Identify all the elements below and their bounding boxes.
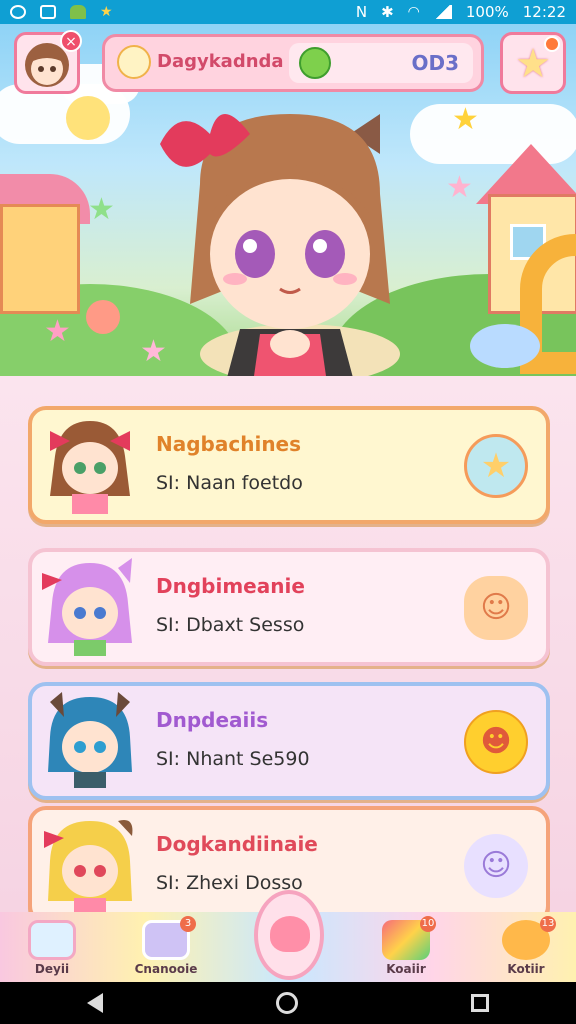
- star-decoration-icon: ★: [446, 170, 473, 205]
- character-avatar: [50, 421, 130, 514]
- frog-currency-icon: [299, 47, 331, 79]
- star-bubble-icon[interactable]: ★: [464, 434, 528, 498]
- camera-icon: [10, 5, 26, 19]
- back-icon[interactable]: [86, 993, 103, 1013]
- character-name: Dngbimeanie: [156, 574, 305, 598]
- nav-label: Koaiir: [386, 962, 426, 976]
- nav-label: Cnanooie: [134, 962, 198, 976]
- character-name: Dogkandiinaie: [156, 832, 318, 856]
- currency-panel[interactable]: OD3: [289, 43, 473, 83]
- character-stat: SI: Dbaxt Sesso: [156, 614, 305, 636]
- nav-badge: 10: [420, 916, 436, 932]
- player-mini-avatar: [117, 45, 151, 79]
- clock: 12:22: [522, 3, 566, 21]
- character-name: Nagbachines: [156, 432, 302, 456]
- nav-item-cnanooie[interactable]: 3 Cnanooie: [134, 916, 198, 978]
- notification-dot: [544, 36, 560, 52]
- nav-badge: 3: [180, 916, 196, 932]
- nav-label: Kotiir: [507, 962, 545, 976]
- star-decoration-icon: ★: [452, 102, 479, 137]
- bluetooth-icon: ✱: [381, 3, 394, 21]
- nfc-icon: N: [355, 3, 368, 21]
- character-stat: SI: Naan foetdo: [156, 472, 303, 494]
- nav-label: Deyii: [34, 962, 70, 976]
- house-left: [0, 204, 80, 314]
- close-badge-icon[interactable]: ×: [60, 30, 82, 52]
- character-stat: SI: Nhant Se590: [156, 748, 310, 770]
- image-icon: [40, 5, 56, 19]
- character-card[interactable]: Nagbachines SI: Naan foetdo ★: [28, 406, 550, 524]
- center-heart-button[interactable]: [254, 890, 324, 980]
- nav-item-kotiir[interactable]: 13 Kotiir: [494, 916, 558, 978]
- character-avatar: [42, 558, 132, 656]
- character-list: Nagbachines SI: Naan foetdo ★ Dngbimeani…: [0, 376, 576, 924]
- status-bar: ★ N ✱ ◠ 100% 12:22: [0, 0, 576, 24]
- star-decoration-icon: ★: [44, 314, 71, 349]
- character-avatar: [48, 692, 132, 788]
- star-notification-icon: ★: [100, 4, 113, 20]
- wifi-icon: ◠: [407, 4, 420, 20]
- character-card[interactable]: Dngbimeanie SI: Dbaxt Sesso ☺: [28, 548, 550, 666]
- smile-blob-icon[interactable]: ☺: [464, 576, 528, 640]
- character-card[interactable]: Dnpdeaiis SI: Nhant Se590 ☻: [28, 682, 550, 800]
- nav-badge: 13: [540, 916, 556, 932]
- home-icon[interactable]: [275, 992, 298, 1014]
- cloud-pet-icon: [28, 920, 76, 960]
- lightbulb-balloon: [66, 96, 110, 140]
- player-info-bar: Dagykadnda OD3: [102, 34, 484, 92]
- recent-apps-icon[interactable]: [471, 994, 490, 1012]
- nav-item-koaiir[interactable]: 10 Koaiir: [374, 916, 438, 978]
- heart-decoration-icon: [86, 300, 120, 334]
- battery-level: 100%: [465, 3, 509, 21]
- nav-item-deyii[interactable]: Deyii: [20, 918, 84, 978]
- character-avatar: [44, 820, 133, 914]
- android-navigation-bar: [0, 982, 576, 1024]
- cloud-puff: [470, 324, 540, 368]
- character-name: Dnpdeaiis: [156, 708, 269, 732]
- currency-value: OD3: [411, 51, 459, 75]
- ghost-bunny-icon[interactable]: ☺: [464, 834, 528, 898]
- heart-icon: [270, 916, 310, 952]
- star-decoration-icon: ★: [88, 192, 115, 227]
- game-app-icon: [70, 5, 86, 19]
- main-character-chibi: [160, 114, 390, 376]
- bear-face-icon[interactable]: ☻: [464, 710, 528, 774]
- signal-icon: [433, 5, 452, 19]
- player-name: Dagykadnda: [157, 51, 284, 72]
